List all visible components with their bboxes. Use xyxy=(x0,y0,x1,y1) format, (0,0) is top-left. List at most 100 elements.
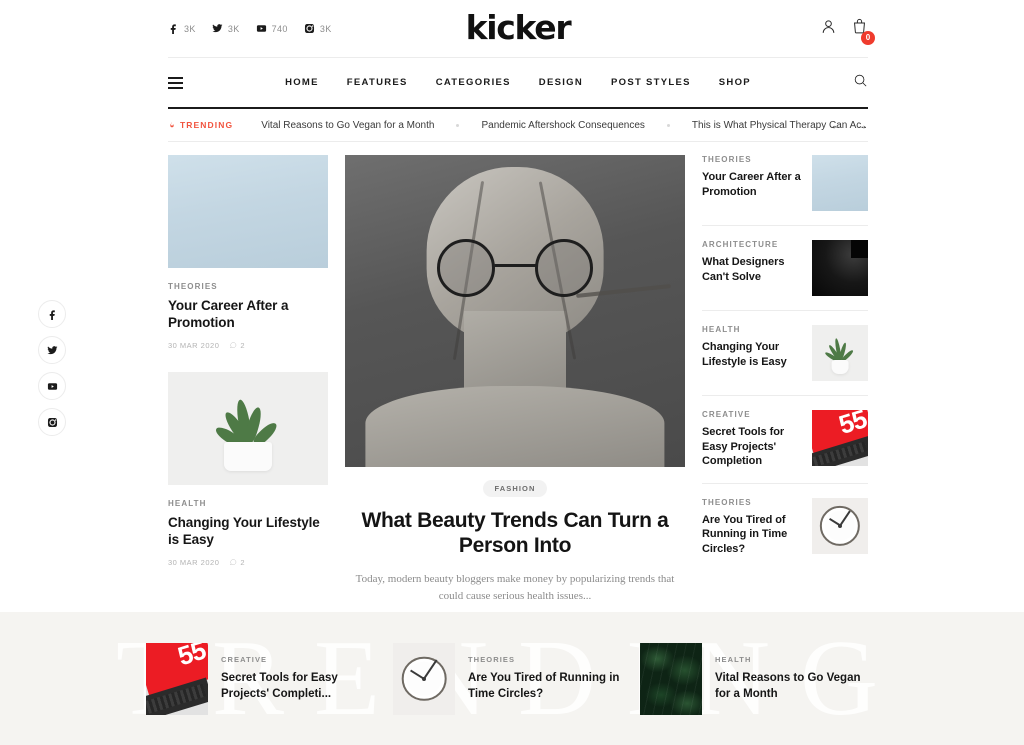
top-social-twitter[interactable]: 3K xyxy=(212,23,240,34)
sidebar-item-3-title[interactable]: Changing Your Lifestyle is Easy xyxy=(702,340,802,369)
trending-card-3-title[interactable]: Vital Reasons to Go Vegan for a Month xyxy=(715,671,878,702)
sidebar-item-2[interactable]: ARCHITECTURE What Designers Can't Solve xyxy=(702,226,868,311)
potted-plant-photo xyxy=(168,371,328,485)
trending-band-cards: CREATIVE Secret Tools for Easy Projects'… xyxy=(0,612,1024,745)
trending-card-2[interactable]: THEORIES Are You Tired of Running in Tim… xyxy=(393,642,631,715)
social-rail-facebook[interactable] xyxy=(38,300,66,328)
left-card-1-comment-count: 2 xyxy=(240,340,246,350)
featured-grid: THEORIES Your Career After a Promotion 3… xyxy=(168,142,868,628)
nav-item-categories[interactable]: CATEGORIES xyxy=(436,77,511,88)
sidebar-item-4-image[interactable] xyxy=(812,410,868,466)
sidebar-item-1-category[interactable]: THEORIES xyxy=(702,155,802,164)
trending-card-1-category[interactable]: CREATIVE xyxy=(221,655,384,664)
page-root: 3K 3K 740 3K kicker 0 HOME FEATURES CATE… xyxy=(0,0,1024,745)
nav-item-design[interactable]: DESIGN xyxy=(539,77,583,88)
sidebar-item-4[interactable]: CREATIVE Secret Tools for Easy Projects'… xyxy=(702,396,868,484)
search-icon xyxy=(854,74,867,86)
main-navbar: HOME FEATURES CATEGORIES DESIGN POST STY… xyxy=(168,57,868,109)
hero-image[interactable] xyxy=(345,155,685,467)
sidebar-item-2-category[interactable]: ARCHITECTURE xyxy=(702,240,802,249)
trending-label: TRENDING xyxy=(168,120,233,130)
trending-card-1-title[interactable]: Secret Tools for Easy Projects' Completi… xyxy=(221,671,384,702)
sidebar-item-2-title[interactable]: What Designers Can't Solve xyxy=(702,255,802,284)
left-card-1-title[interactable]: Your Career After a Promotion xyxy=(168,298,328,332)
social-rail-youtube[interactable] xyxy=(38,372,66,400)
trending-card-1[interactable]: CREATIVE Secret Tools for Easy Projects'… xyxy=(146,642,384,715)
left-card-2-comment-count: 2 xyxy=(240,557,246,567)
sidebar-item-4-category[interactable]: CREATIVE xyxy=(702,410,802,419)
user-icon xyxy=(822,19,835,33)
hero-category-badge[interactable]: FASHION xyxy=(483,480,547,497)
trending-card-2-image[interactable] xyxy=(393,642,455,715)
sidebar-item-3-image[interactable] xyxy=(812,325,868,381)
trending-link-1[interactable]: Vital Reasons to Go Vegan for a Month xyxy=(261,120,434,131)
nav-item-shop[interactable]: SHOP xyxy=(719,77,751,88)
trending-card-3-image[interactable] xyxy=(640,642,702,715)
sidebar-item-5-category[interactable]: THEORIES xyxy=(702,498,802,507)
sidebar-item-3-category[interactable]: HEALTH xyxy=(702,325,802,334)
hero-article[interactable]: FASHION What Beauty Trends Can Turn a Pe… xyxy=(345,155,685,628)
left-card-1-category[interactable]: THEORIES xyxy=(168,282,328,291)
trending-card-1-image[interactable] xyxy=(146,642,208,715)
trending-band: TRENDING CREATIVE Secret Tools for Easy … xyxy=(0,612,1024,745)
top-bar-actions: 0 xyxy=(820,18,875,45)
facebook-count: 3K xyxy=(184,23,196,34)
trending-separator xyxy=(456,123,460,127)
comment-icon xyxy=(230,342,237,349)
youtube-icon xyxy=(256,25,266,32)
trending-separator xyxy=(666,123,670,127)
left-card-2[interactable]: HEALTH Changing Your Lifestyle is Easy 3… xyxy=(168,371,328,567)
wall-clock-photo xyxy=(812,497,868,554)
left-card-1-date: 30 MAR 2020 xyxy=(168,340,220,350)
trending-card-2-category[interactable]: THEORIES xyxy=(468,655,631,664)
trending-card-2-title[interactable]: Are You Tired of Running in Time Circles… xyxy=(468,671,631,702)
top-social-counters: 3K 3K 740 3K xyxy=(168,23,332,34)
sidebar-item-1-image[interactable] xyxy=(812,155,868,211)
trending-link-2[interactable]: Pandemic Aftershock Consequences xyxy=(481,120,644,131)
left-card-1[interactable]: THEORIES Your Career After a Promotion 3… xyxy=(168,155,328,350)
main-container: 3K 3K 740 3K kicker 0 HOME FEATURES CATE… xyxy=(168,0,875,628)
sidebar-item-4-title[interactable]: Secret Tools for Easy Projects' Completi… xyxy=(702,425,802,469)
arrow-left-icon[interactable]: ← xyxy=(830,119,842,131)
nav-item-post-styles[interactable]: POST STYLES xyxy=(611,77,691,88)
social-share-rail xyxy=(38,300,66,436)
left-card-1-comments: 2 xyxy=(229,341,245,350)
social-rail-instagram[interactable] xyxy=(38,408,66,436)
left-card-1-image[interactable] xyxy=(168,155,328,268)
arrow-right-icon[interactable]: → xyxy=(856,119,868,131)
site-logo[interactable]: kicker xyxy=(466,11,572,44)
hamburger-icon[interactable] xyxy=(168,76,183,89)
cart-count-badge: 0 xyxy=(861,30,875,45)
account-button[interactable] xyxy=(820,18,837,40)
left-card-2-meta: 30 MAR 2020 2 xyxy=(168,558,328,567)
top-social-facebook[interactable]: 3K xyxy=(168,23,196,34)
sidebar-list: THEORIES Your Career After a Promotion A… xyxy=(702,155,868,628)
left-card-2-title[interactable]: Changing Your Lifestyle is Easy xyxy=(168,515,328,549)
hero-body: FASHION What Beauty Trends Can Turn a Pe… xyxy=(345,467,685,628)
trending-card-3[interactable]: HEALTH Vital Reasons to Go Vegan for a M… xyxy=(640,642,878,715)
nav-item-features[interactable]: FEATURES xyxy=(347,77,408,88)
social-rail-twitter[interactable] xyxy=(38,336,66,364)
hero-excerpt: Today, modern beauty bloggers make money… xyxy=(355,573,675,603)
instagram-count: 3K xyxy=(319,23,332,34)
hero-title[interactable]: What Beauty Trends Can Turn a Person Int… xyxy=(345,508,685,558)
top-social-instagram[interactable]: 3K xyxy=(304,23,332,34)
trending-card-3-category[interactable]: HEALTH xyxy=(715,655,878,664)
search-button[interactable] xyxy=(853,73,868,93)
sidebar-item-1-title[interactable]: Your Career After a Promotion xyxy=(702,170,802,199)
trending-label-text: TRENDING xyxy=(180,120,234,130)
flame-icon xyxy=(170,121,174,128)
left-card-2-category[interactable]: HEALTH xyxy=(168,499,328,508)
sidebar-item-1[interactable]: THEORIES Your Career After a Promotion xyxy=(702,155,868,226)
instagram-icon xyxy=(304,24,314,34)
cart-button[interactable]: 0 xyxy=(851,18,875,45)
sidebar-item-2-image[interactable] xyxy=(812,240,868,296)
sidebar-item-5-title[interactable]: Are You Tired of Running in Time Circles… xyxy=(702,513,802,557)
sidebar-item-5-image[interactable] xyxy=(812,497,868,554)
nav-item-home[interactable]: HOME xyxy=(285,77,319,88)
top-social-youtube[interactable]: 740 xyxy=(256,23,288,34)
left-card-2-image[interactable] xyxy=(168,371,328,485)
sidebar-item-3[interactable]: HEALTH Changing Your Lifestyle is Easy xyxy=(702,311,868,396)
trending-nav-arrows: ← → xyxy=(830,119,868,131)
sidebar-item-5[interactable]: THEORIES Are You Tired of Running in Tim… xyxy=(702,484,868,571)
